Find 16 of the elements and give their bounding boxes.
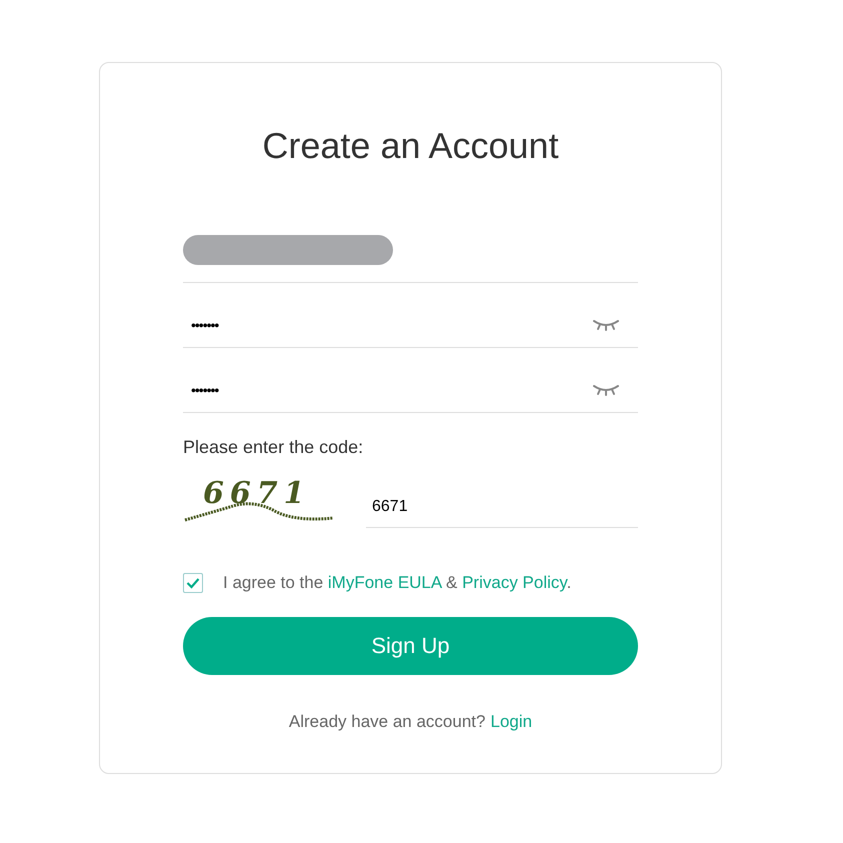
policy-link[interactable]: iMyFone EULA [328,573,442,592]
captcha-image: 6671 [183,476,333,528]
agreement-text: I agree to the iMyFone EULA & Privacy Policy. [223,573,572,593]
form-title: Create an Account [261,125,560,167]
code-label: Please enter the code: [183,437,364,458]
policy-link[interactable]: Privacy Policy [462,573,567,592]
eye-closed-icon[interactable] [593,384,619,396]
sign-up-button[interactable]: Sign Up [183,617,638,675]
eye-closed-icon[interactable] [593,318,619,330]
agree-checkbox[interactable] [183,573,203,593]
password-field[interactable]: ••••••• [183,359,638,413]
login-link[interactable]: Login [490,712,532,732]
password-field[interactable]: ••••••• [183,294,638,348]
checkmark-icon [186,577,200,589]
login-prompt: Already have an account? [288,712,486,732]
code-input-field[interactable]: 6671 [366,486,638,528]
